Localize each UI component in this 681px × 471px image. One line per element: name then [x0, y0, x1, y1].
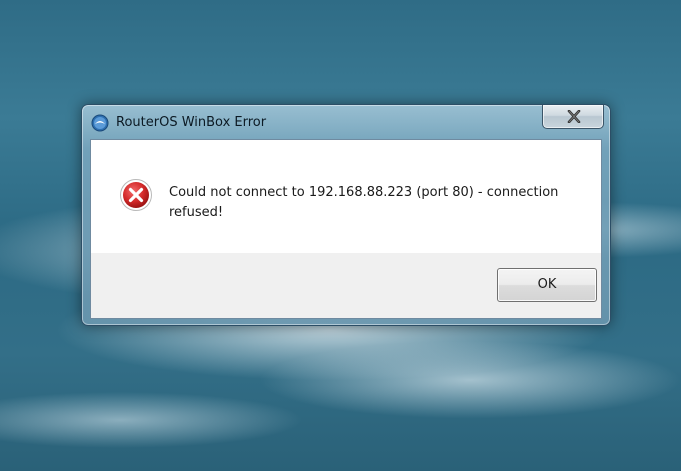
error-message: Could not connect to 192.168.88.223 (por… [169, 185, 559, 220]
error-icon [119, 178, 153, 212]
close-button[interactable] [542, 105, 604, 129]
dialog-title: RouterOS WinBox Error [116, 115, 267, 130]
message-panel: Could not connect to 192.168.88.223 (por… [91, 140, 601, 253]
close-icon [567, 110, 581, 123]
ok-button[interactable]: OK [497, 268, 597, 302]
desktop-wallpaper: RouterOS WinBox Error Could not connect … [0, 0, 681, 471]
button-panel: OK [91, 253, 601, 318]
error-dialog: RouterOS WinBox Error Could not connect … [81, 104, 611, 326]
winbox-app-icon [91, 114, 109, 132]
title-bar[interactable]: RouterOS WinBox Error [82, 105, 610, 139]
dialog-client-area: Could not connect to 192.168.88.223 (por… [90, 139, 602, 319]
